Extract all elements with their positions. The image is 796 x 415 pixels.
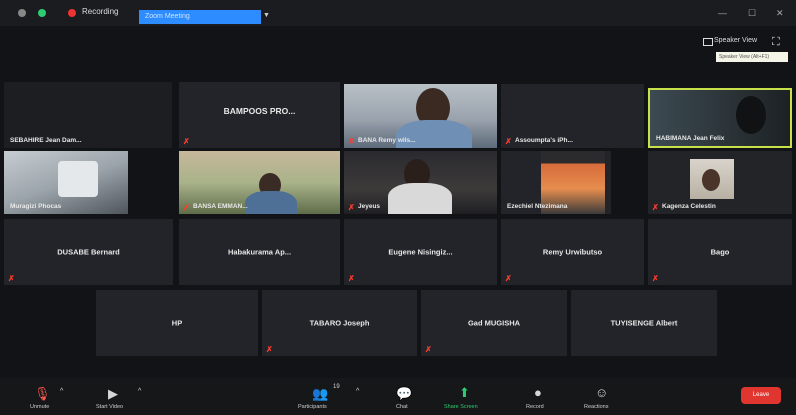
participants-count: 19 <box>333 384 340 390</box>
muted-mic-icon: ✗ <box>266 345 273 354</box>
participant-tile[interactable]: Muragizi Phocas <box>4 151 128 214</box>
person-body <box>388 183 452 214</box>
reactions-icon[interactable]: ☺ <box>595 385 608 400</box>
chat-label[interactable]: Chat <box>396 404 408 410</box>
speaker-view-tooltip: Speaker View (Alt+F1) <box>716 52 788 62</box>
participant-name: SEBAHIRE Jean Dam... <box>10 137 82 144</box>
participant-name: TUYISENGE Albert <box>610 318 678 328</box>
minimize-icon[interactable]: — <box>718 8 727 18</box>
security-icon[interactable] <box>38 9 46 17</box>
muted-mic-icon: ✗ <box>505 274 512 283</box>
participant-name: BANSA EMMAN... <box>193 203 248 210</box>
muted-mic-icon: ✗ <box>348 137 355 146</box>
zoom-window: Recording Zoom Meeting ▼ — ☐ ✕ Speaker V… <box>0 0 796 415</box>
participant-tile[interactable]: Remy Urwibutso ✗ <box>501 219 644 285</box>
muted-mic-icon: ✗ <box>348 274 355 283</box>
participant-name: HABIMANA Jean Felix <box>656 135 725 142</box>
participant-tile[interactable]: Gad MUGISHA ✗ <box>421 290 567 356</box>
chevron-up-icon[interactable]: ^ <box>60 388 63 395</box>
person-head <box>736 96 766 134</box>
window-light <box>58 161 98 197</box>
chevron-up-icon[interactable]: ^ <box>138 388 141 395</box>
participant-name: Bago <box>710 247 730 257</box>
shield-icon[interactable] <box>18 9 26 17</box>
chevron-up-icon[interactable]: ^ <box>356 388 359 395</box>
muted-mic-icon: ✗ <box>183 203 190 212</box>
share-screen-label[interactable]: Share Screen <box>444 404 478 410</box>
muted-mic-icon: ✗ <box>183 137 190 146</box>
maximize-icon[interactable]: ☐ <box>748 8 756 19</box>
video-off-icon[interactable]: ▶ <box>108 386 118 402</box>
recording-label: Recording <box>82 7 119 16</box>
muted-mic-icon: ✗ <box>348 203 355 212</box>
participant-tile[interactable]: ✗ Kagenza Celestin <box>648 151 792 214</box>
participant-name: Muragizi Phocas <box>10 203 62 210</box>
microphone-muted-icon[interactable]: 🎙 <box>34 386 51 402</box>
participant-name: Habakurama Ap... <box>227 247 292 257</box>
chat-icon[interactable]: 💬 <box>396 386 412 402</box>
participant-name: BANA Remy wils... <box>358 137 416 144</box>
speaker-view-button[interactable]: Speaker View <box>714 37 757 44</box>
participant-tile[interactable]: ✗ BANSA EMMAN... <box>179 151 340 214</box>
participant-tile[interactable]: ✗ Jeyeus <box>344 151 497 214</box>
participant-tile[interactable]: SEBAHIRE Jean Dam... <box>4 82 172 148</box>
participant-tile[interactable]: Ezechiel Ntezimana <box>501 151 611 214</box>
participant-name: Jeyeus <box>358 203 381 210</box>
participant-tile[interactable]: Bago ✗ <box>648 219 792 285</box>
unmute-label[interactable]: Unmute <box>30 404 49 410</box>
person-head <box>702 169 720 191</box>
participant-tile[interactable]: TABARO Joseph ✗ <box>262 290 417 356</box>
grid-icon[interactable] <box>703 38 713 46</box>
participant-name: BAMPOOS PRO... <box>223 106 296 116</box>
muted-mic-icon: ✗ <box>505 137 512 146</box>
start-video-label[interactable]: Start Video <box>96 404 123 410</box>
participant-tile[interactable]: HP <box>96 290 258 356</box>
chevron-down-icon[interactable]: ▼ <box>263 12 270 19</box>
muted-mic-icon: ✗ <box>425 345 432 354</box>
participant-name: Gad MUGISHA <box>467 318 521 328</box>
participant-name: Ezechiel Ntezimana <box>507 203 568 210</box>
participant-tile[interactable]: ✗ BANA Remy wils... <box>344 84 497 148</box>
record-icon[interactable]: ● <box>534 385 542 400</box>
close-icon[interactable]: ✕ <box>776 8 784 19</box>
share-screen-icon[interactable]: ⬆ <box>459 385 470 401</box>
participants-label[interactable]: Participants <box>298 404 327 410</box>
participants-icon[interactable]: 👥 <box>312 386 328 402</box>
participant-name: Kagenza Celestin <box>662 203 716 210</box>
participant-name: DUSABE Bernard <box>57 247 120 257</box>
leave-button[interactable]: Leave <box>741 387 781 404</box>
reactions-label[interactable]: Reactions <box>584 404 608 410</box>
participant-name: HP <box>171 318 183 328</box>
muted-mic-icon: ✗ <box>652 203 659 212</box>
participant-tile[interactable]: TUYISENGE Albert <box>571 290 717 356</box>
record-label[interactable]: Record <box>526 404 544 410</box>
top-bar: Recording Zoom Meeting ▼ — ☐ ✕ <box>0 0 796 26</box>
participant-tile[interactable]: Eugene Nisingiz... ✗ <box>344 219 497 285</box>
muted-mic-icon: ✗ <box>8 274 15 283</box>
participant-tile[interactable]: ✗ Assoumpta's iPh... <box>501 84 644 148</box>
participant-name: TABARO Joseph <box>309 318 370 328</box>
person-body <box>245 191 297 214</box>
participant-name: Eugene Nisingiz... <box>388 247 453 257</box>
meeting-title[interactable]: Zoom Meeting <box>139 10 261 24</box>
recording-dot-icon <box>68 9 76 17</box>
muted-mic-icon: ✗ <box>652 274 659 283</box>
fullscreen-icon[interactable]: ⛶ <box>772 36 780 49</box>
participant-tile[interactable]: BAMPOOS PRO... ✗ <box>179 82 340 148</box>
meeting-toolbar: 🎙 ^ Unmute ▶ ^ Start Video 👥 19 ^ Partic… <box>0 378 796 415</box>
participant-name: Remy Urwibutso <box>542 247 603 257</box>
participant-tile-active-speaker[interactable]: HABIMANA Jean Felix <box>648 88 792 148</box>
participant-tile[interactable]: Habakurama Ap... <box>179 219 340 285</box>
participant-name: Assoumpta's iPh... <box>515 137 573 144</box>
participant-tile[interactable]: DUSABE Bernard ✗ <box>4 219 173 285</box>
